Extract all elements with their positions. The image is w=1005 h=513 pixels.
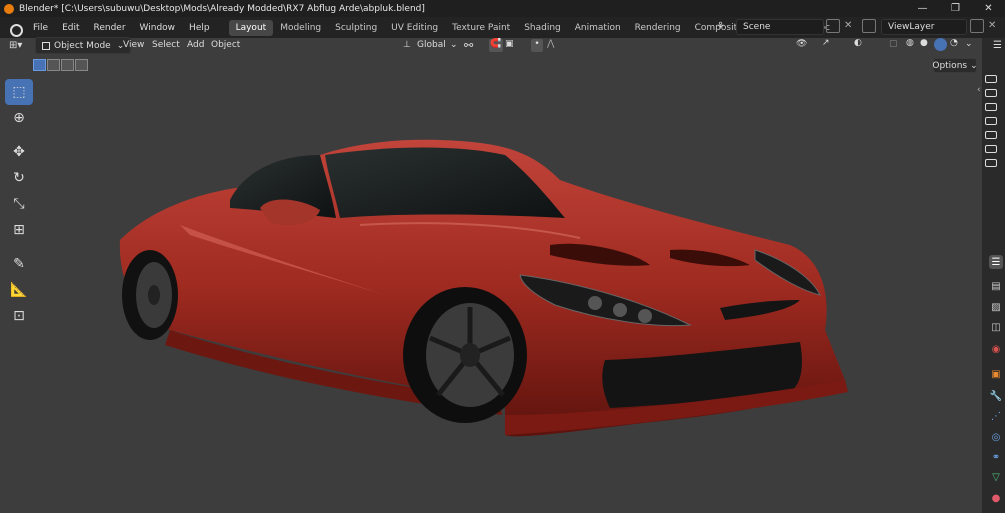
object-properties-icon[interactable]: ▣ (989, 367, 1003, 381)
blender-menu-icon[interactable] (8, 22, 23, 37)
material-properties-icon[interactable]: ● (989, 491, 1003, 505)
solid-shading-icon[interactable]: ● (920, 38, 928, 48)
tab-modeling[interactable]: Modeling (273, 20, 328, 36)
selection-mode-group (33, 59, 89, 71)
cursor-tool-icon[interactable]: ⊕ (5, 105, 33, 131)
physics-properties-icon[interactable]: ◎ (989, 430, 1003, 444)
move-tool-icon[interactable]: ✥ (5, 139, 33, 165)
outliner-toggle-icon[interactable]: ☰ (993, 40, 1002, 51)
blender-logo-icon (4, 3, 14, 14)
proportional-edit-icon[interactable]: • (531, 39, 543, 52)
menu-edit[interactable]: Edit (55, 23, 86, 33)
mode-dropdown[interactable]: Object Mode ⌄ (35, 37, 132, 54)
transform-tool-icon[interactable]: ⊞ (5, 217, 33, 243)
chevron-down-icon: ⌄ (970, 60, 978, 71)
scene-selector-icon[interactable]: ⚘ (716, 21, 725, 32)
constraints-properties-icon[interactable]: ⚭ (989, 450, 1003, 464)
minimize-icon[interactable]: — (906, 0, 939, 17)
menu-select[interactable]: Select (152, 40, 180, 50)
mode-label: Object Mode (54, 40, 111, 51)
camera-icon[interactable] (985, 89, 997, 97)
menu-add[interactable]: Add (187, 40, 204, 50)
new-scene-icon[interactable] (826, 19, 840, 33)
tab-shading[interactable]: Shading (517, 20, 568, 36)
title-bar: Blender* [C:\Users\subuwu\Desktop\Mods\A… (0, 0, 1005, 17)
scale-tool-icon[interactable]: ⤡ (5, 191, 33, 217)
view-layer-name: ViewLayer (888, 22, 935, 32)
add-cube-tool-icon[interactable]: ⊡ (5, 303, 33, 329)
menu-help[interactable]: Help (182, 23, 217, 33)
camera-icon[interactable] (985, 117, 997, 125)
select-extend-icon[interactable] (47, 59, 60, 71)
output-properties-icon[interactable]: ▨ (989, 300, 1003, 314)
camera-icon[interactable] (985, 145, 997, 153)
delete-scene-icon[interactable]: ✕ (844, 20, 852, 31)
camera-icon[interactable] (985, 159, 997, 167)
scene-name: Scene (743, 22, 771, 32)
close-icon[interactable]: ✕ (972, 0, 1005, 17)
tab-texture-paint[interactable]: Texture Paint (445, 20, 517, 36)
snap-icon[interactable]: 🧲 (489, 39, 503, 52)
camera-icon[interactable] (985, 131, 997, 139)
car-model[interactable] (110, 130, 860, 460)
wireframe-shading-icon[interactable]: ◍ (906, 38, 914, 48)
gizmo-icon[interactable]: ↗ (822, 38, 830, 48)
options-label: Options (932, 60, 968, 71)
menu-window[interactable]: Window (133, 23, 183, 33)
delete-view-layer-icon[interactable]: ✕ (988, 20, 996, 31)
view-layer-icon[interactable] (862, 19, 876, 33)
camera-icon[interactable] (985, 75, 997, 83)
particles-properties-icon[interactable]: ⋰ (989, 409, 1003, 423)
menu-render[interactable]: Render (87, 23, 133, 33)
camera-icon[interactable] (985, 103, 997, 111)
overlay-icon[interactable]: ◐ (854, 38, 862, 48)
measure-tool-icon[interactable]: 📐 (5, 277, 33, 303)
select-box-tool-icon[interactable]: ⬚ (5, 79, 33, 105)
menu-object[interactable]: Object (211, 40, 240, 50)
transform-orientation-dropdown[interactable]: Global (417, 40, 446, 50)
window-controls: — ❐ ✕ (906, 0, 1005, 17)
object-mode-icon (42, 41, 50, 50)
scene-field[interactable]: Scene (736, 19, 824, 35)
rotate-tool-icon[interactable]: ↻ (5, 165, 33, 191)
maximize-icon[interactable]: ❐ (939, 0, 972, 17)
scene-properties-icon[interactable]: ◉ (989, 342, 1003, 356)
view-layer-field[interactable]: ViewLayer (881, 19, 967, 35)
tab-animation[interactable]: Animation (568, 20, 628, 36)
data-properties-icon[interactable]: ▽ (989, 470, 1003, 484)
render-properties-icon[interactable]: ▤ (989, 279, 1003, 293)
tool-shelf: ⬚ ⊕ ✥ ↻ ⤡ ⊞ ✎ 📐 ⊡ (5, 79, 36, 329)
menu-file[interactable]: File (26, 23, 55, 33)
pivot-point-icon[interactable]: ⚯ (464, 39, 473, 52)
select-subtract-icon[interactable] (61, 59, 74, 71)
menu-bar: File Edit Render Window Help Layout Mode… (0, 17, 1005, 38)
tab-sculpting[interactable]: Sculpting (328, 20, 384, 36)
collapse-arrow-icon[interactable]: ‹ (977, 85, 981, 95)
tool-properties-icon[interactable]: ☰ (989, 255, 1003, 269)
editor-type-icon[interactable]: ⊞▾ (9, 40, 22, 51)
transform-orientation-icon: ⊥ (403, 40, 411, 50)
chevron-down-icon: ⌄ (450, 40, 458, 50)
select-new-icon[interactable] (33, 59, 46, 71)
rendered-shading-icon[interactable]: ◔ (950, 38, 958, 48)
tab-rendering[interactable]: Rendering (628, 20, 688, 36)
view-layer-properties-icon[interactable]: ◫ (989, 320, 1003, 334)
menu-view[interactable]: View (123, 40, 144, 50)
modifier-properties-icon[interactable]: 🔧 (989, 389, 1003, 403)
new-view-layer-icon[interactable] (970, 19, 984, 33)
tab-layout[interactable]: Layout (228, 19, 274, 36)
tab-uv-editing[interactable]: UV Editing (384, 20, 445, 36)
options-dropdown[interactable]: Options ⌄ (932, 58, 978, 73)
snap-target-icon[interactable]: ▣ (505, 39, 514, 49)
falloff-icon[interactable]: ⋀ (547, 39, 554, 49)
annotate-tool-icon[interactable]: ✎ (5, 251, 33, 277)
window-title: Blender* [C:\Users\subuwu\Desktop\Mods\A… (19, 3, 425, 14)
material-shading-icon[interactable] (934, 38, 947, 51)
xray-icon[interactable]: ▢ (889, 39, 898, 49)
shading-options-icon[interactable]: ⌄ (965, 39, 973, 49)
select-intersect-icon[interactable] (75, 59, 88, 71)
visibility-icon[interactable]: 👁 (796, 39, 807, 49)
